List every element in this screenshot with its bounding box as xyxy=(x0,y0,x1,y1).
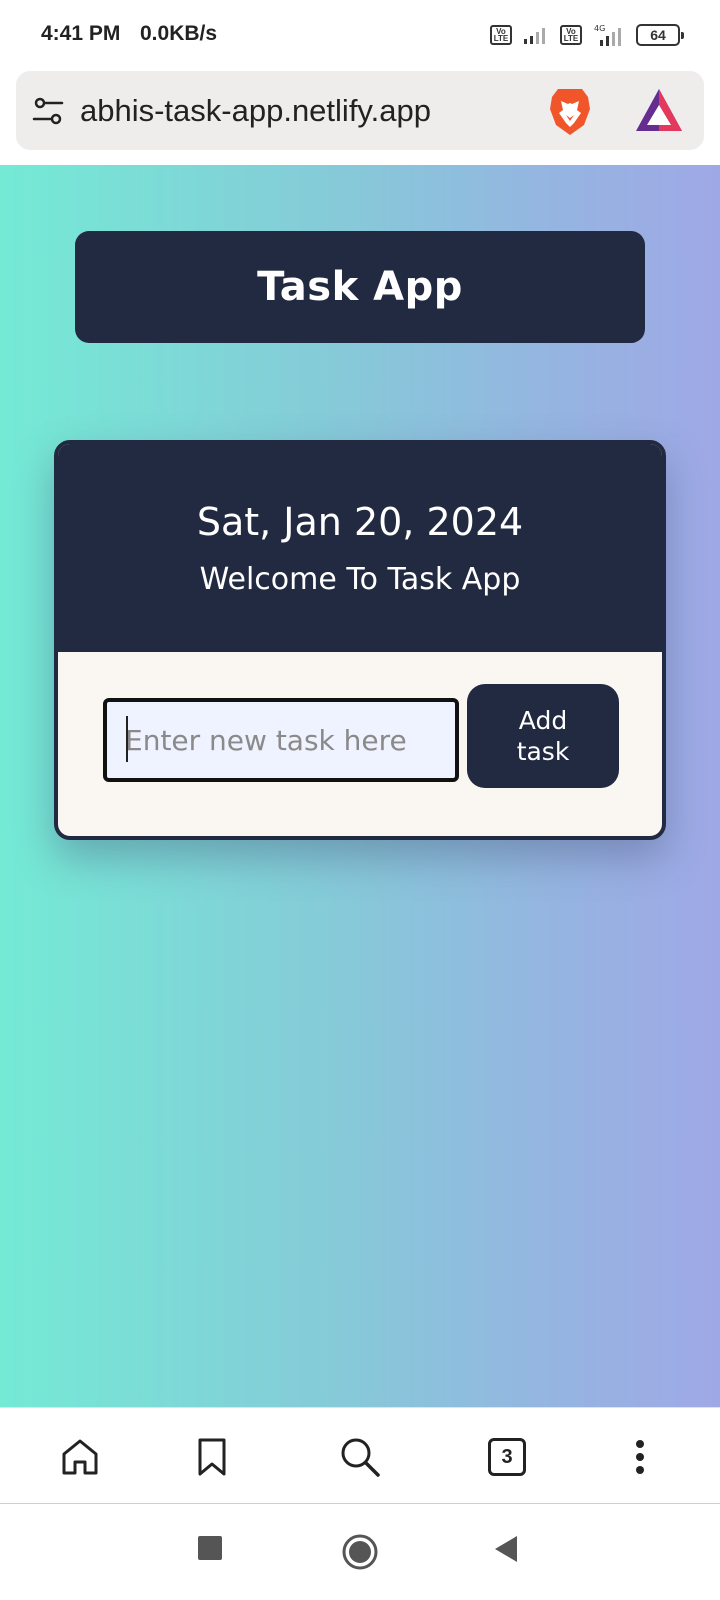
recents-icon[interactable] xyxy=(197,1535,223,1561)
tune-icon[interactable] xyxy=(32,95,64,127)
battery-icon: 64 xyxy=(636,24,684,46)
home-icon[interactable] xyxy=(57,1434,103,1480)
svg-text:4G: 4G xyxy=(594,24,605,33)
app-title: Task App xyxy=(257,264,463,310)
app-header: Task App xyxy=(75,231,645,343)
tabs-icon[interactable]: 3 xyxy=(484,1434,530,1480)
back-icon[interactable] xyxy=(493,1535,519,1563)
brave-lion-icon[interactable] xyxy=(544,85,596,137)
status-bar: 4:41 PM 0.0KB/s Vo LTE Vo LTE 4G 64 xyxy=(0,0,720,70)
task-card: Sat, Jan 20, 2024 Welcome To Task App Ad… xyxy=(54,440,666,840)
status-time: 4:41 PM xyxy=(41,22,121,45)
signal-4g-icon: 4G xyxy=(592,23,626,47)
card-header: Sat, Jan 20, 2024 Welcome To Task App xyxy=(58,444,662,652)
add-task-button[interactable]: Add task xyxy=(467,684,619,788)
signal-icon xyxy=(522,25,550,45)
search-icon[interactable] xyxy=(337,1434,383,1480)
tabs-count: 3 xyxy=(488,1438,526,1476)
browser-toolbar: 3 xyxy=(0,1407,720,1504)
volte-icon: Vo LTE xyxy=(560,25,582,45)
volte-icon: Vo LTE xyxy=(490,25,512,45)
page-content: Task App Sat, Jan 20, 2024 Welcome To Ta… xyxy=(0,165,720,1407)
url-text[interactable]: abhis-task-app.netlify.app xyxy=(80,93,431,129)
network-speed: 0.0KB/s xyxy=(140,22,218,45)
more-vertical-icon[interactable] xyxy=(617,1434,663,1480)
home-circle-icon[interactable] xyxy=(341,1533,379,1571)
bookmark-icon[interactable] xyxy=(189,1434,235,1480)
system-nav-bar xyxy=(0,1505,720,1600)
status-icons: Vo LTE Vo LTE 4G 64 xyxy=(490,22,684,48)
current-date: Sat, Jan 20, 2024 xyxy=(196,500,524,544)
text-caret xyxy=(126,716,128,762)
welcome-text: Welcome To Task App xyxy=(199,562,521,597)
task-input[interactable] xyxy=(103,698,459,782)
address-bar[interactable]: abhis-task-app.netlify.app xyxy=(16,71,704,150)
bat-triangle-icon[interactable] xyxy=(634,87,684,135)
